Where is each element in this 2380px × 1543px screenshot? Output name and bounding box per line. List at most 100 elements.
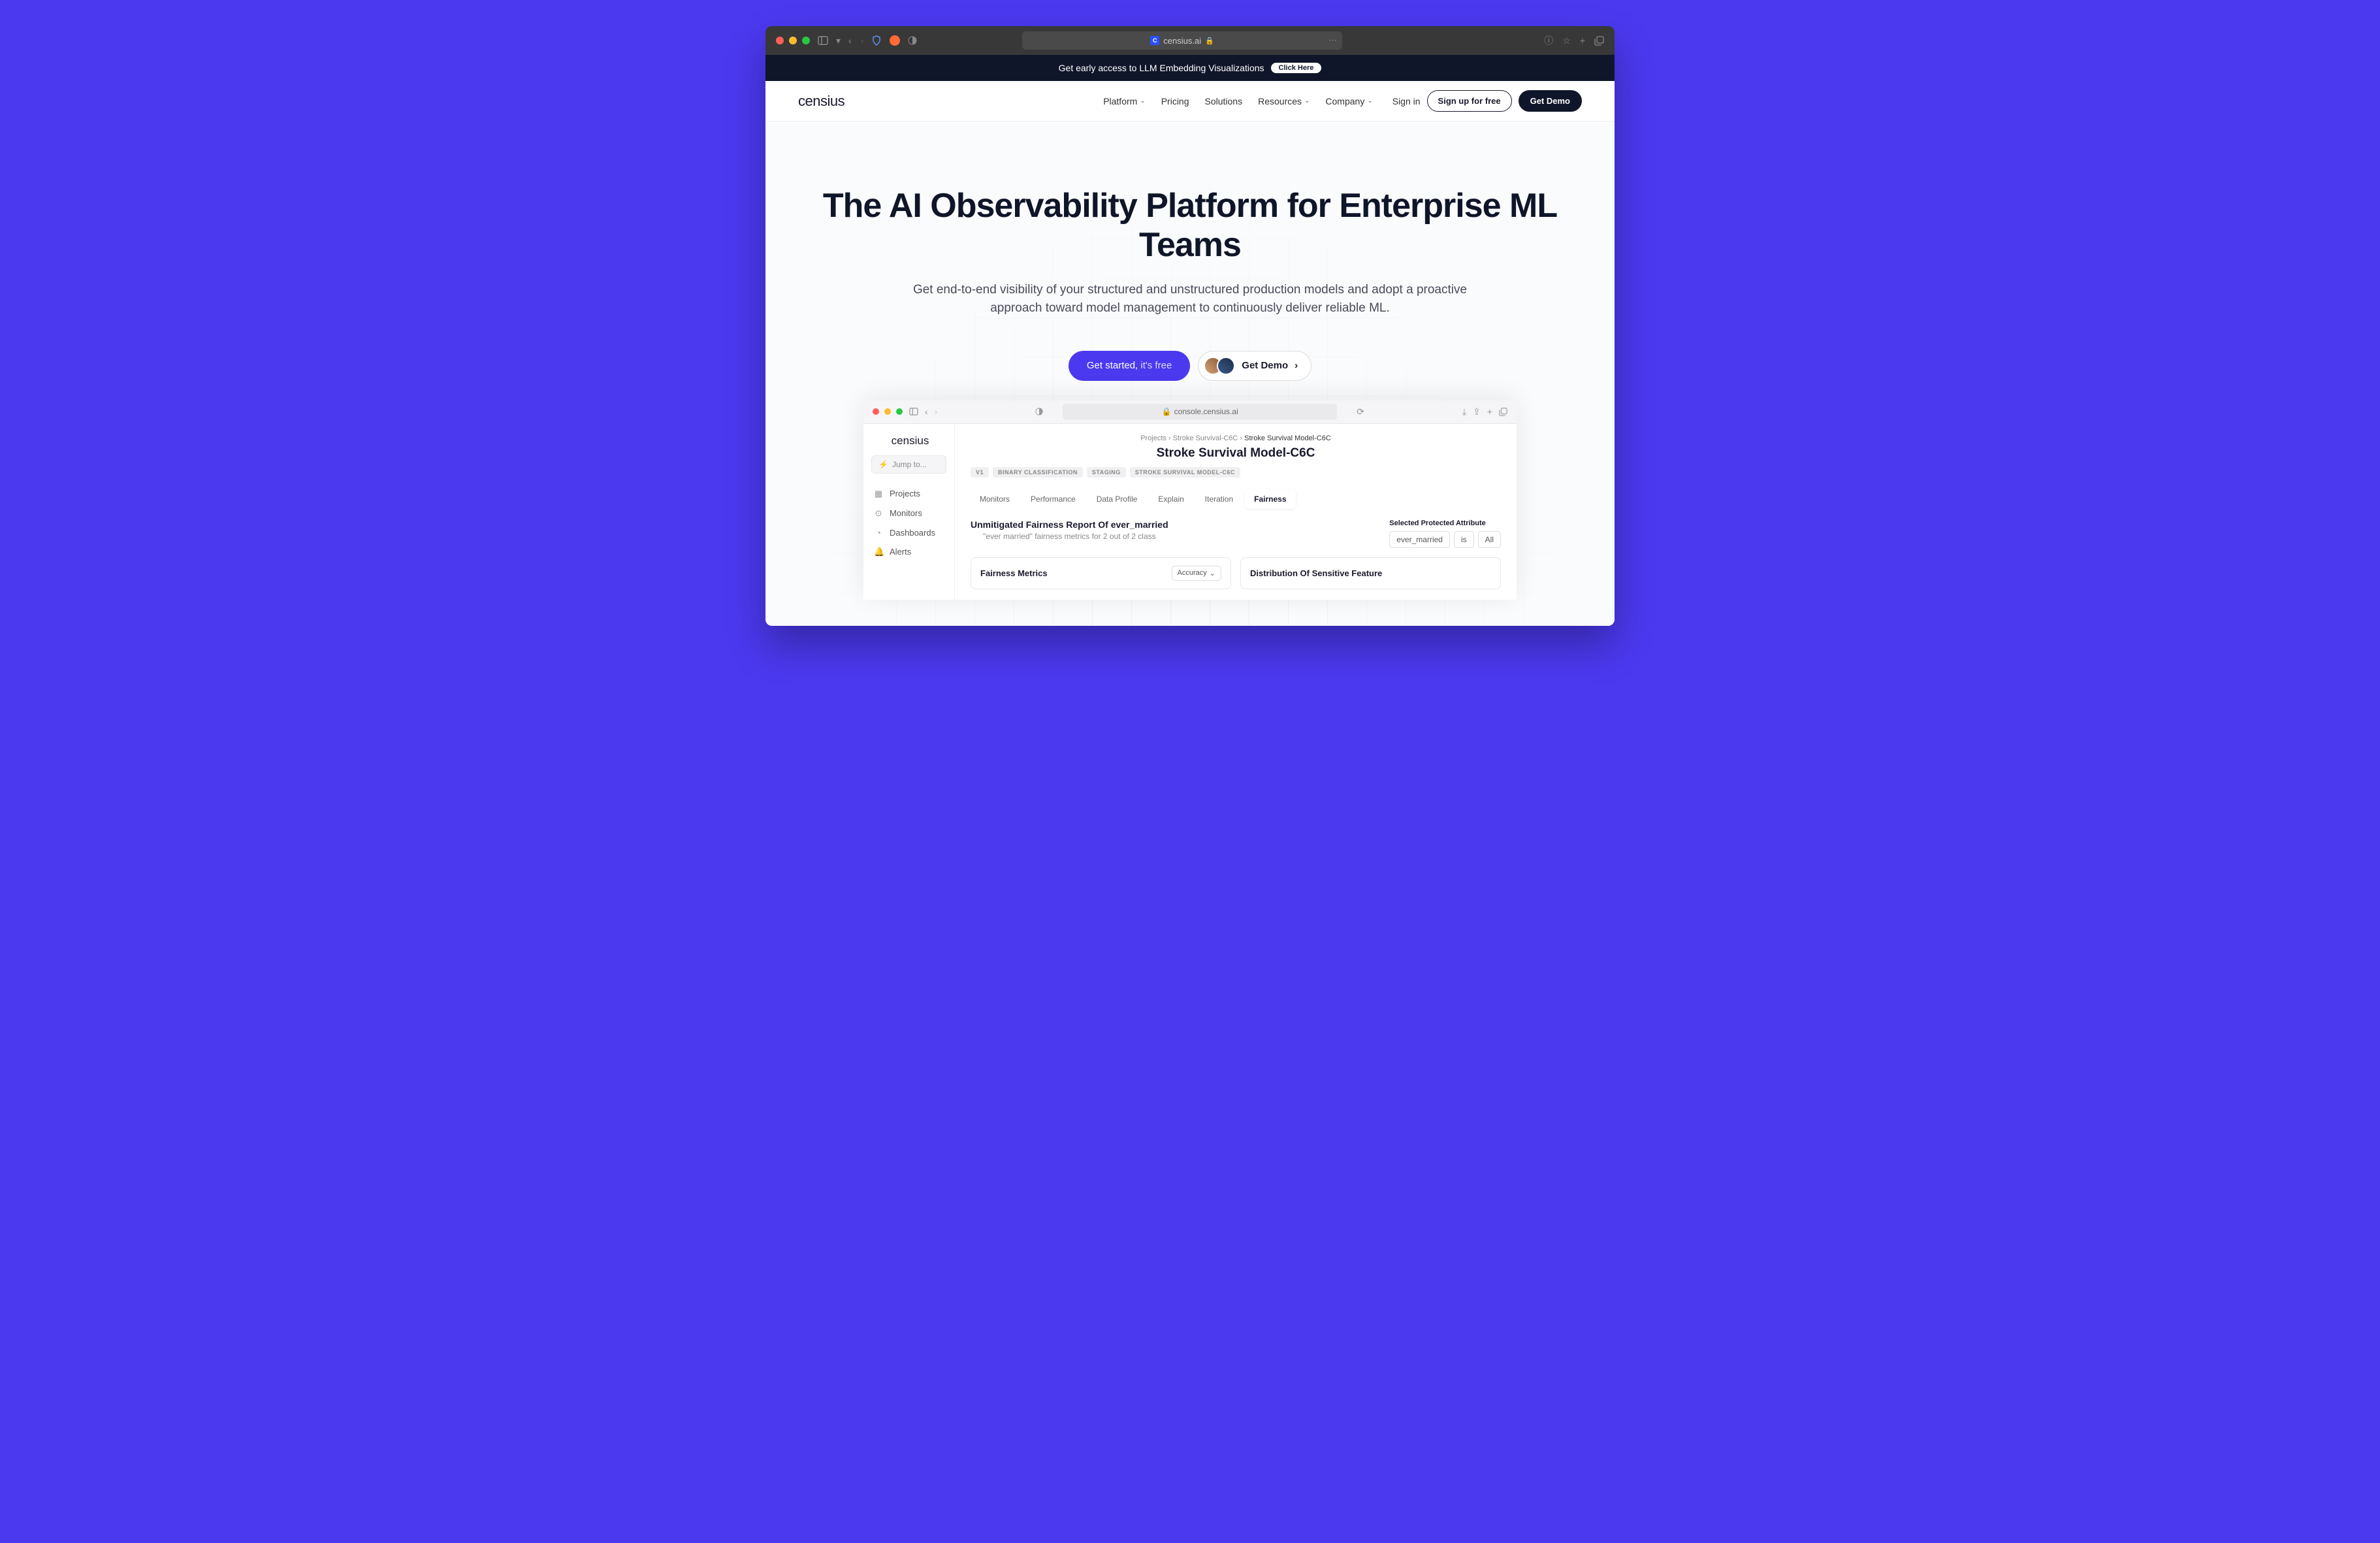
extension-icon[interactable] — [890, 35, 900, 46]
sidebar-toggle-icon[interactable] — [818, 36, 828, 45]
tab-monitors[interactable]: Monitors — [971, 489, 1019, 509]
report-header-row: Unmitigated Fairness Report Of ever_marr… — [971, 519, 1501, 548]
browser-toolbar: ▾ ‹ › C censius.ai 🔒 ⋯ ⓘ ☆ + — [765, 26, 1615, 55]
chevron-down-icon[interactable]: ▾ — [836, 35, 841, 46]
tag-group: V1 BINARY CLASSIFICATION STAGING STROKE … — [971, 467, 1501, 478]
chevron-down-icon: ⌄ — [1210, 569, 1215, 577]
get-demo-secondary-button[interactable]: Get Demo › — [1198, 351, 1311, 381]
close-window-button[interactable] — [776, 37, 784, 44]
traffic-lights — [776, 37, 810, 44]
signin-link[interactable]: Sign in — [1392, 96, 1421, 106]
breadcrumb-item[interactable]: Projects — [1140, 434, 1166, 442]
maximize-window-button[interactable] — [896, 408, 903, 415]
minimize-window-button[interactable] — [789, 37, 797, 44]
signup-button[interactable]: Sign up for free — [1427, 90, 1512, 112]
sidebar-toggle-icon[interactable] — [909, 408, 918, 415]
tabs-icon[interactable] — [1594, 36, 1604, 46]
dashboard-toolbar: ‹ › 🔒 console.censius.ai ⟳ ⤓ ⇪ + — [863, 400, 1517, 424]
avatar-group — [1204, 357, 1235, 375]
download-icon[interactable]: ⤓ — [1462, 406, 1466, 417]
minimize-window-button[interactable] — [884, 408, 891, 415]
back-icon[interactable]: ‹ — [925, 406, 928, 417]
attribute-chip[interactable]: All — [1478, 531, 1501, 548]
nav-links: Platform⌄ Pricing Solutions Resources⌄ C… — [1103, 96, 1373, 106]
card-title: Distribution Of Sensitive Feature — [1250, 568, 1382, 578]
forward-icon[interactable]: › — [935, 406, 938, 417]
main-navigation: censius Platform⌄ Pricing Solutions Reso… — [765, 81, 1615, 122]
jump-to-input[interactable]: ⚡ Jump to... — [871, 455, 946, 474]
browser-window: ▾ ‹ › C censius.ai 🔒 ⋯ ⓘ ☆ + Get ea — [765, 26, 1615, 626]
sidebar-item-monitors[interactable]: ⊙ Monitors — [871, 504, 946, 523]
get-demo-button[interactable]: Get Demo — [1519, 90, 1582, 112]
tab-performance[interactable]: Performance — [1021, 489, 1085, 509]
nav-pricing[interactable]: Pricing — [1161, 96, 1189, 106]
lock-icon: 🔒 — [1162, 407, 1172, 416]
tab-iteration[interactable]: Iteration — [1196, 489, 1242, 509]
get-started-button[interactable]: Get started, it's free — [1069, 351, 1190, 381]
shield-icon[interactable] — [871, 35, 882, 46]
chevron-down-icon: ⌄ — [1304, 97, 1310, 105]
chevron-down-icon: ⌄ — [1367, 97, 1372, 105]
distribution-card: Distribution Of Sensitive Feature — [1240, 557, 1501, 589]
more-icon[interactable]: ⋯ — [1328, 35, 1337, 46]
breadcrumb-item[interactable]: Stroke Survival-C6C — [1173, 434, 1238, 442]
tag: STAGING — [1087, 467, 1126, 478]
dashboard-preview: ‹ › 🔒 console.censius.ai ⟳ ⤓ ⇪ + — [863, 400, 1517, 600]
attribute-chip[interactable]: is — [1454, 531, 1474, 548]
sidebar-item-projects[interactable]: ▦ Projects — [871, 484, 946, 504]
tag: STROKE SURVIVAL MODEL-C6C — [1130, 467, 1240, 478]
tabs-icon[interactable] — [1499, 408, 1507, 416]
announcement-cta[interactable]: Click Here — [1271, 63, 1322, 73]
report-subtitle: "ever married" fairness metrics for 2 ou… — [971, 532, 1168, 541]
dashboard-main: Projects › Stroke Survival-C6C › Stroke … — [955, 424, 1517, 600]
info-icon[interactable]: ⓘ — [1544, 34, 1553, 47]
share-icon[interactable]: ⇪ — [1473, 406, 1481, 417]
nav-resources[interactable]: Resources⌄ — [1258, 96, 1310, 106]
accuracy-dropdown[interactable]: Accuracy ⌄ — [1172, 566, 1221, 581]
chevron-down-icon: ⌄ — [1140, 97, 1145, 105]
plus-icon[interactable]: + — [1580, 35, 1585, 46]
lightning-icon: ⚡ — [878, 460, 888, 469]
model-title: Stroke Survival Model-C6C — [971, 446, 1501, 461]
attribute-filter: Selected Protected Attribute ever_marrie… — [1389, 519, 1501, 548]
hero-section: The AI Observability Platform for Enterp… — [765, 122, 1615, 626]
bookmark-icon[interactable]: ☆ — [1562, 35, 1571, 46]
nav-solutions[interactable]: Solutions — [1205, 96, 1243, 106]
announcement-text: Get early access to LLM Embedding Visual… — [1059, 63, 1264, 73]
chevron-right-icon: › — [1295, 360, 1298, 371]
site-logo[interactable]: censius — [798, 93, 844, 110]
privacy-shield-icon[interactable] — [1035, 408, 1043, 415]
grid-icon: ▦ — [874, 489, 883, 499]
url-text: censius.ai — [1163, 36, 1201, 46]
tab-data-profile[interactable]: Data Profile — [1087, 489, 1147, 509]
close-window-button[interactable] — [873, 408, 879, 415]
sidebar-item-dashboards[interactable]: ◔ Dashboards — [871, 523, 946, 542]
attribute-chip[interactable]: ever_married — [1389, 531, 1450, 548]
fairness-metrics-card: Fairness Metrics Accuracy ⌄ — [971, 557, 1231, 589]
tag: V1 — [971, 467, 989, 478]
dashboard-logo[interactable]: censius — [871, 434, 946, 447]
avatar — [1217, 357, 1235, 375]
plus-icon[interactable]: + — [1487, 406, 1492, 417]
attribute-label: Selected Protected Attribute — [1389, 519, 1501, 527]
privacy-shield-icon[interactable] — [908, 36, 917, 45]
nav-company[interactable]: Company⌄ — [1325, 96, 1372, 106]
sidebar-item-alerts[interactable]: 🔔 Alerts — [871, 542, 946, 562]
maximize-window-button[interactable] — [802, 37, 810, 44]
hero-cta-group: Get started, it's free Get Demo › — [798, 351, 1582, 381]
breadcrumb-current: Stroke Survival Model-C6C — [1244, 434, 1331, 442]
back-icon[interactable]: ‹ — [848, 35, 852, 46]
nav-platform[interactable]: Platform⌄ — [1103, 96, 1146, 106]
address-bar[interactable]: C censius.ai 🔒 ⋯ — [1022, 31, 1342, 50]
hero-subtitle: Get end-to-end visibility of your struct… — [912, 281, 1468, 318]
tab-fairness[interactable]: Fairness — [1245, 489, 1295, 509]
dashboard-address-bar[interactable]: 🔒 console.censius.ai — [1063, 404, 1337, 419]
tab-explain[interactable]: Explain — [1149, 489, 1193, 509]
traffic-lights — [873, 408, 903, 415]
target-icon: ⊙ — [874, 508, 883, 519]
refresh-icon[interactable]: ⟳ — [1357, 406, 1364, 417]
forward-icon[interactable]: › — [861, 35, 864, 46]
dashboard-body: censius ⚡ Jump to... ▦ Projects ⊙ Monito… — [863, 424, 1517, 600]
dashboard-sidebar: censius ⚡ Jump to... ▦ Projects ⊙ Monito… — [863, 424, 955, 600]
hero-title: The AI Observability Platform for Enterp… — [798, 187, 1582, 265]
